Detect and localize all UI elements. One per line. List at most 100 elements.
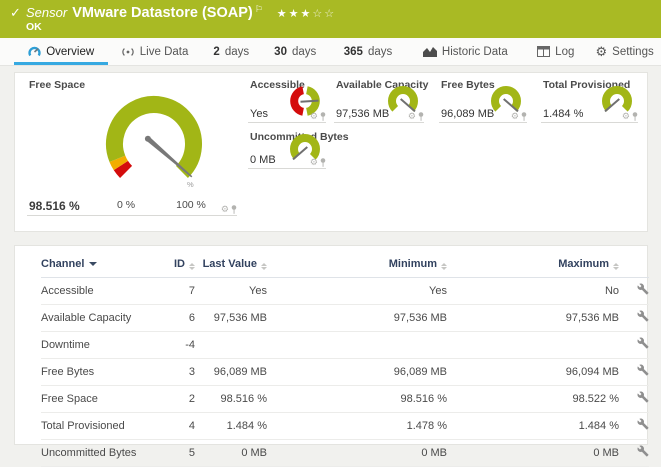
tab-settings[interactable]: ⚙ Settings (588, 38, 661, 65)
channel-settings-wrench-icon[interactable] (637, 445, 649, 460)
tab-overview[interactable]: Overview (14, 38, 108, 65)
gear-icon[interactable]: ⚙ (310, 158, 318, 167)
area-chart-icon (423, 46, 437, 57)
prtg-sensor-page: ✓ SensorVMware Datastore (SOAP)⚐★★★☆☆ OK… (0, 0, 661, 430)
gear-icon[interactable]: ⚙ (408, 112, 416, 121)
channel-settings-wrench-icon[interactable] (637, 310, 649, 325)
channels-panel: Channel ID Last Value Minimum Maximum Ac… (14, 245, 648, 445)
table-row[interactable]: Uncommitted Bytes 5 0 MB 0 MB 0 MB (41, 440, 649, 467)
gauge-tile-available-capacity: Available Capacity 97,536 MB ⚙ (334, 79, 424, 123)
tab-historic-data[interactable]: Historic Data (407, 38, 523, 65)
channels-table: Channel ID Last Value Minimum Maximum Ac… (41, 250, 649, 467)
tab-label: Live Data (140, 46, 189, 58)
gauge-value: Yes (250, 108, 268, 120)
favorite-flag-icon[interactable]: ⚐ (255, 4, 263, 14)
channel-maximum: 0 MB (447, 440, 619, 467)
priority-stars[interactable]: ★★★☆☆ (277, 8, 336, 20)
channel-last-value: 0 MB (195, 440, 267, 467)
tab-30-days[interactable]: 30 days (262, 38, 329, 65)
stars-empty[interactable]: ☆☆ (312, 8, 336, 20)
gauge-value: 97,536 MB (336, 108, 389, 120)
tab-label: Overview (46, 46, 94, 58)
pin-icon[interactable] (418, 112, 424, 121)
channel-name: Uncommitted Bytes (41, 440, 163, 467)
live-icon (121, 46, 135, 58)
pin-icon[interactable] (231, 205, 237, 214)
table-header-row: Channel ID Last Value Minimum Maximum (41, 250, 649, 278)
pin-icon[interactable] (320, 112, 326, 121)
channel-settings-wrench-icon[interactable] (637, 418, 649, 433)
gauge-tile-free-space: Free Space % 0 % 100 % 98.516 % ⚙ (27, 79, 237, 216)
channel-settings-wrench-icon[interactable] (637, 283, 649, 298)
table-row[interactable]: Total Provisioned 4 1.484 % 1.478 % 1.48… (41, 413, 649, 440)
channel-settings-wrench-icon[interactable] (637, 364, 649, 379)
pin-icon[interactable] (521, 112, 527, 121)
channel-maximum: 98.522 % (447, 386, 619, 413)
gauge-tile-total-provisioned: Total Provisioned 1.484 % ⚙ (541, 79, 638, 123)
channel-id: 2 (163, 386, 195, 413)
channel-last-value: 1.484 % (195, 413, 267, 440)
channel-maximum: No (447, 278, 619, 305)
tab-label: Historic Data (442, 46, 508, 58)
gauge-value: 98.516 % (29, 199, 80, 213)
channel-minimum: 1.478 % (267, 413, 447, 440)
col-header-channel[interactable]: Channel (41, 250, 163, 278)
channel-name: Total Provisioned (41, 413, 163, 440)
col-header-last-value[interactable]: Last Value (195, 250, 267, 278)
tab-label: days (368, 46, 392, 58)
pin-icon[interactable] (320, 158, 326, 167)
pin-icon[interactable] (632, 112, 638, 121)
sort-toggle-icon (613, 263, 619, 270)
ok-check-icon: ✓ (10, 5, 21, 21)
channel-settings-wrench-icon[interactable] (637, 337, 649, 352)
table-row[interactable]: Free Space 2 98.516 % 98.516 % 98.522 % (41, 386, 649, 413)
gear-icon[interactable]: ⚙ (310, 112, 318, 121)
table-row[interactable]: Free Bytes 3 96,089 MB 96,089 MB 96,094 … (41, 359, 649, 386)
channel-maximum: 97,536 MB (447, 305, 619, 332)
channel-minimum: 96,089 MB (267, 359, 447, 386)
gear-icon: ⚙ (596, 45, 608, 58)
log-table-icon (537, 46, 550, 57)
table-row[interactable]: Available Capacity 6 97,536 MB 97,536 MB… (41, 305, 649, 332)
sort-desc-icon (89, 262, 97, 266)
gear-icon[interactable]: ⚙ (622, 112, 630, 121)
tab-2-days[interactable]: 2 days (201, 38, 262, 65)
col-header-maximum[interactable]: Maximum (447, 250, 619, 278)
channel-minimum: 97,536 MB (267, 305, 447, 332)
channel-minimum: 0 MB (267, 440, 447, 467)
channel-id: 7 (163, 278, 195, 305)
tab-number: 2 (213, 46, 219, 58)
gauge-unit-label: % (187, 180, 194, 189)
gear-icon[interactable]: ⚙ (221, 205, 229, 214)
table-row[interactable]: Accessible 7 Yes Yes No (41, 278, 649, 305)
sort-toggle-icon (189, 263, 195, 270)
col-header-minimum[interactable]: Minimum (267, 250, 447, 278)
tab-365-days[interactable]: 365 days (329, 38, 408, 65)
free-space-gauge: % (84, 80, 224, 198)
tab-live-data[interactable]: Live Data (108, 38, 200, 65)
gauge-value: 1.484 % (543, 108, 583, 120)
channel-last-value: 96,089 MB (195, 359, 267, 386)
col-header-actions (619, 250, 649, 278)
channel-maximum (447, 332, 619, 359)
sensor-status-text: OK (26, 21, 42, 33)
gauge-value: 96,089 MB (441, 108, 494, 120)
channel-maximum: 96,094 MB (447, 359, 619, 386)
gauge-tile-accessible: Accessible Yes ⚙ (248, 79, 326, 123)
gauge-value: 0 MB (250, 154, 276, 166)
tab-log[interactable]: Log (523, 38, 588, 65)
table-row[interactable]: Downtime -4 (41, 332, 649, 359)
channel-name: Free Space (41, 386, 163, 413)
channel-id: 6 (163, 305, 195, 332)
channel-last-value: 97,536 MB (195, 305, 267, 332)
channel-settings-wrench-icon[interactable] (637, 391, 649, 406)
channel-last-value: 98.516 % (195, 386, 267, 413)
gauge-tile-uncommitted-bytes: Uncommitted Bytes 0 MB ⚙ (248, 131, 326, 169)
channel-minimum (267, 332, 447, 359)
tab-label: days (225, 46, 249, 58)
gauge-max-label: 100 % (169, 199, 213, 211)
tab-label: Log (555, 46, 574, 58)
stars-filled[interactable]: ★★★ (277, 8, 313, 20)
gear-icon[interactable]: ⚙ (511, 112, 519, 121)
col-header-id[interactable]: ID (163, 250, 195, 278)
